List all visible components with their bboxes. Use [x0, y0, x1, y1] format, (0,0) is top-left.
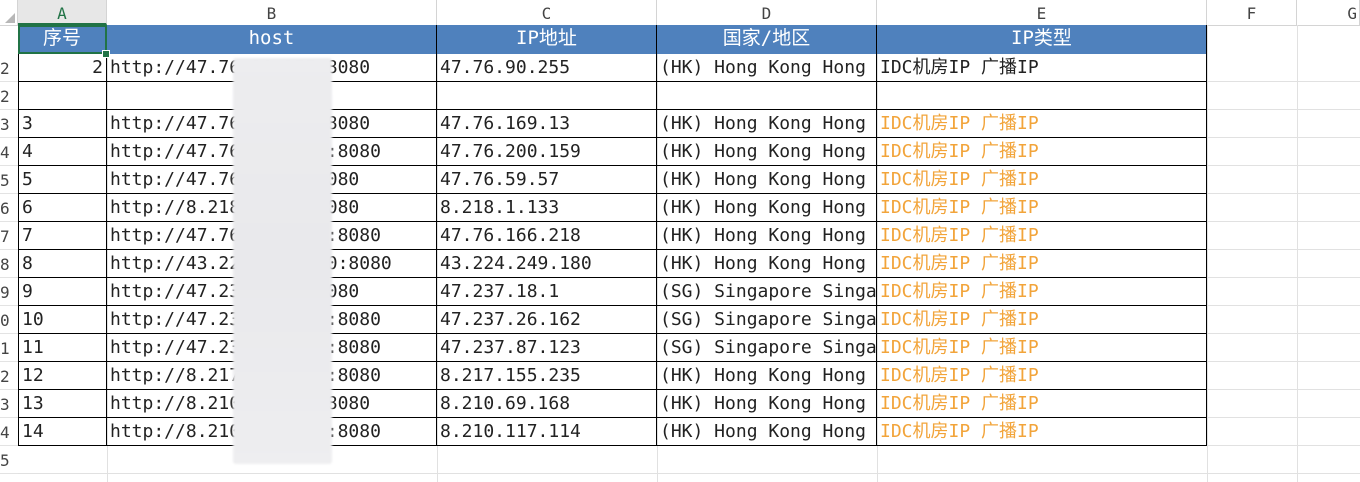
cell-type[interactable]: IDC机房IP 广播IP: [877, 166, 1207, 194]
column-header-e[interactable]: E: [877, 0, 1207, 25]
cell-seq[interactable]: 5: [18, 166, 107, 194]
column-header-d[interactable]: D: [657, 0, 877, 25]
header-host[interactable]: host: [107, 25, 437, 54]
cell-country[interactable]: (HK) Hong Kong Hong: [657, 390, 877, 418]
cell-type[interactable]: IDC机房IP 广播IP: [877, 110, 1207, 138]
cell-ip[interactable]: 47.76.169.13: [437, 110, 657, 138]
cell-ip[interactable]: 43.224.249.180: [437, 250, 657, 278]
cell-country[interactable]: (HK) Hong Kong Hong: [657, 222, 877, 250]
cell-country[interactable]: (HK) Hong Kong Hong: [657, 54, 877, 82]
cell-country[interactable]: (SG) Singapore Singa: [657, 278, 877, 306]
cell-country[interactable]: (HK) Hong Kong Hong: [657, 418, 877, 446]
cell-ip[interactable]: 47.237.18.1: [437, 278, 657, 306]
cell-type[interactable]: IDC机房IP 广播IP: [877, 138, 1207, 166]
row-header[interactable]: 2: [0, 362, 18, 390]
row-header[interactable]: 0: [0, 306, 18, 334]
cell-ip[interactable]: 47.76.166.218: [437, 222, 657, 250]
gridline-horizontal: [18, 473, 1360, 474]
select-all-triangle-icon: [5, 13, 15, 23]
cell-ip[interactable]: [437, 82, 657, 110]
cell-type[interactable]: [877, 82, 1207, 110]
cell-seq[interactable]: 13: [18, 390, 107, 418]
cell-ip[interactable]: 8.218.1.133: [437, 194, 657, 222]
cell-country[interactable]: (HK) Hong Kong Hong: [657, 362, 877, 390]
cell-seq[interactable]: 2: [18, 54, 107, 82]
column-header-strip: A B C D E F G: [0, 0, 1360, 26]
cell-ip[interactable]: 47.76.200.159: [437, 138, 657, 166]
cell-ip[interactable]: 8.210.69.168: [437, 390, 657, 418]
cell-seq[interactable]: 9: [18, 278, 107, 306]
row-header[interactable]: 2: [0, 82, 18, 110]
gridline-vertical: [1297, 25, 1298, 482]
row-header[interactable]: 5: [0, 166, 18, 194]
row-header[interactable]: 8: [0, 250, 18, 278]
cell-country[interactable]: (HK) Hong Kong Hong: [657, 138, 877, 166]
row-header[interactable]: 3: [0, 110, 18, 138]
cell-seq[interactable]: 11: [18, 334, 107, 362]
cell-country[interactable]: (HK) Hong Kong Hong: [657, 166, 877, 194]
column-header-c[interactable]: C: [437, 0, 657, 25]
row-header[interactable]: 4: [0, 138, 18, 166]
cell-seq[interactable]: 10: [18, 306, 107, 334]
cell-type[interactable]: IDC机房IP 广播IP: [877, 54, 1207, 82]
header-type[interactable]: IP类型: [877, 25, 1207, 54]
header-country[interactable]: 国家/地区: [657, 25, 877, 54]
cell-type[interactable]: IDC机房IP 广播IP: [877, 194, 1207, 222]
gridline-vertical: [1207, 25, 1208, 482]
cell-type[interactable]: IDC机房IP 广播IP: [877, 222, 1207, 250]
row-header[interactable]: 2: [0, 54, 18, 82]
cell-ip[interactable]: 8.210.117.114: [437, 418, 657, 446]
cell-seq[interactable]: 4: [18, 138, 107, 166]
row-header[interactable]: 4: [0, 418, 18, 446]
cell-type[interactable]: IDC机房IP 广播IP: [877, 278, 1207, 306]
cell-ip[interactable]: 47.237.26.162: [437, 306, 657, 334]
row-header[interactable]: 9: [0, 278, 18, 306]
cell-seq[interactable]: 3: [18, 110, 107, 138]
row-header[interactable]: 1: [0, 334, 18, 362]
cell-type[interactable]: IDC机房IP 广播IP: [877, 390, 1207, 418]
column-header-f[interactable]: F: [1207, 0, 1297, 25]
header-ip[interactable]: IP地址: [437, 25, 657, 54]
row-header[interactable]: 6: [0, 194, 18, 222]
cell-ip[interactable]: 47.76.59.57: [437, 166, 657, 194]
cell-type[interactable]: IDC机房IP 广播IP: [877, 334, 1207, 362]
cell-ip[interactable]: 47.76.90.255: [437, 54, 657, 82]
cell-seq[interactable]: 12: [18, 362, 107, 390]
cell-country[interactable]: (SG) Singapore Singa: [657, 306, 877, 334]
cell-country[interactable]: (HK) Hong Kong Hong: [657, 250, 877, 278]
cell-seq[interactable]: 6: [18, 194, 107, 222]
cell-seq[interactable]: 14: [18, 418, 107, 446]
spreadsheet: A B C D E F G 2234567890123456 序号 host I…: [0, 0, 1360, 482]
fill-handle[interactable]: [102, 50, 110, 58]
cell-seq[interactable]: [18, 82, 107, 110]
cell-seq[interactable]: 8: [18, 250, 107, 278]
cell-type[interactable]: IDC机房IP 广播IP: [877, 250, 1207, 278]
redaction-blur: [233, 58, 332, 464]
row-header[interactable]: 5: [0, 446, 18, 474]
cell-seq[interactable]: 7: [18, 222, 107, 250]
cell-country[interactable]: [657, 82, 877, 110]
cell-country[interactable]: (HK) Hong Kong Hong: [657, 194, 877, 222]
select-all-corner[interactable]: [0, 0, 18, 25]
cell-ip[interactable]: 47.237.87.123: [437, 334, 657, 362]
cell-country[interactable]: (SG) Singapore Singa: [657, 334, 877, 362]
column-header-b[interactable]: B: [107, 0, 437, 25]
cell-ip[interactable]: 8.217.155.235: [437, 362, 657, 390]
cell-type[interactable]: IDC机房IP 广播IP: [877, 306, 1207, 334]
row-header[interactable]: 6: [0, 474, 18, 482]
active-cell-selection: [18, 25, 107, 54]
cell-type[interactable]: IDC机房IP 广播IP: [877, 362, 1207, 390]
row-header[interactable]: 7: [0, 222, 18, 250]
column-header-a[interactable]: A: [18, 0, 107, 25]
cell-type[interactable]: IDC机房IP 广播IP: [877, 418, 1207, 446]
row-header[interactable]: 3: [0, 390, 18, 418]
column-header-g[interactable]: G: [1297, 0, 1360, 25]
cell-country[interactable]: (HK) Hong Kong Hong: [657, 110, 877, 138]
